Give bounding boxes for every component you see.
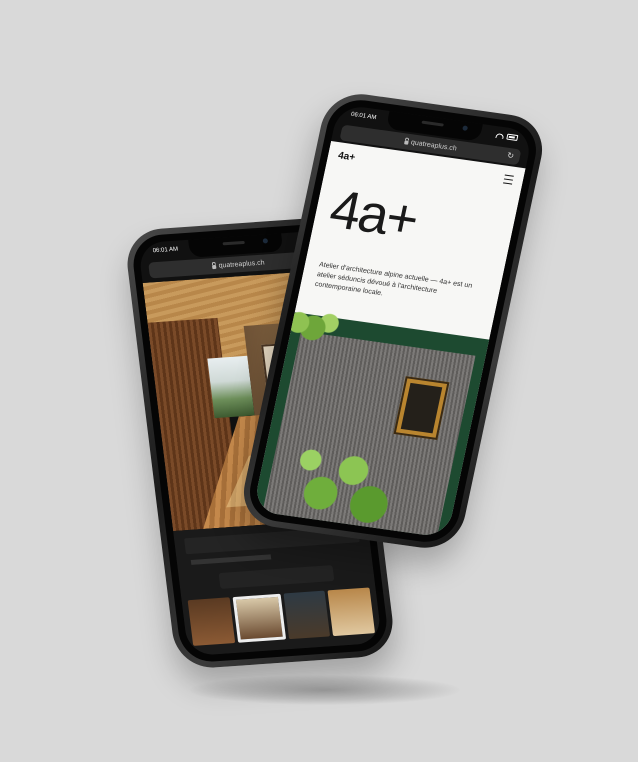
camera-icon xyxy=(462,125,469,131)
hero-tagline: Atelier d'architecture alpine actuelle —… xyxy=(314,261,473,297)
thumbnail[interactable] xyxy=(283,590,331,640)
gallery-lower-section xyxy=(173,517,383,657)
caption-line xyxy=(190,554,272,565)
lock-icon xyxy=(403,140,409,145)
site-page: 4a+ 4a+ Atelier d'architecture alpine ac… xyxy=(252,141,526,539)
front-phone-screen: 06:01 AM quatreaplus.ch ↻ 4a+ 4a+ Atelie… xyxy=(252,103,534,539)
menu-icon[interactable] xyxy=(503,174,514,185)
status-time: 06:01 AM xyxy=(350,111,377,122)
thumbnail[interactable] xyxy=(187,597,235,646)
foliage-top xyxy=(282,307,350,350)
speaker xyxy=(222,240,245,246)
front-phone: 06:01 AM quatreaplus.ch ↻ 4a+ 4a+ Atelie… xyxy=(236,89,550,553)
foliage-bottom xyxy=(282,426,411,531)
wifi-icon xyxy=(495,132,505,139)
lock-icon xyxy=(211,264,216,270)
thumbnail-selected[interactable] xyxy=(232,593,286,643)
mockup-stage: 06:01 AM quatreaplus.ch ↻ xyxy=(0,0,638,762)
reload-icon[interactable]: ↻ xyxy=(506,151,515,161)
thumbnail[interactable] xyxy=(327,587,376,637)
camera-icon xyxy=(262,238,269,244)
status-icons xyxy=(495,132,519,142)
feature-section xyxy=(252,307,490,539)
cta-button[interactable] xyxy=(218,565,335,589)
floor-shadow xyxy=(190,675,460,705)
battery-icon xyxy=(506,133,519,142)
hero-title: 4a+ xyxy=(324,179,423,250)
facade-window xyxy=(393,376,450,441)
status-time: 06:01 AM xyxy=(152,246,179,255)
url-text: quatreaplus.ch xyxy=(218,259,265,270)
url-text: quatreaplus.ch xyxy=(410,138,458,153)
site-logo[interactable]: 4a+ xyxy=(337,150,356,163)
front-phone-bezel: 06:01 AM quatreaplus.ch ↻ 4a+ 4a+ Atelie… xyxy=(244,96,542,546)
speaker xyxy=(421,120,444,127)
thumbnail-strip xyxy=(187,587,376,646)
